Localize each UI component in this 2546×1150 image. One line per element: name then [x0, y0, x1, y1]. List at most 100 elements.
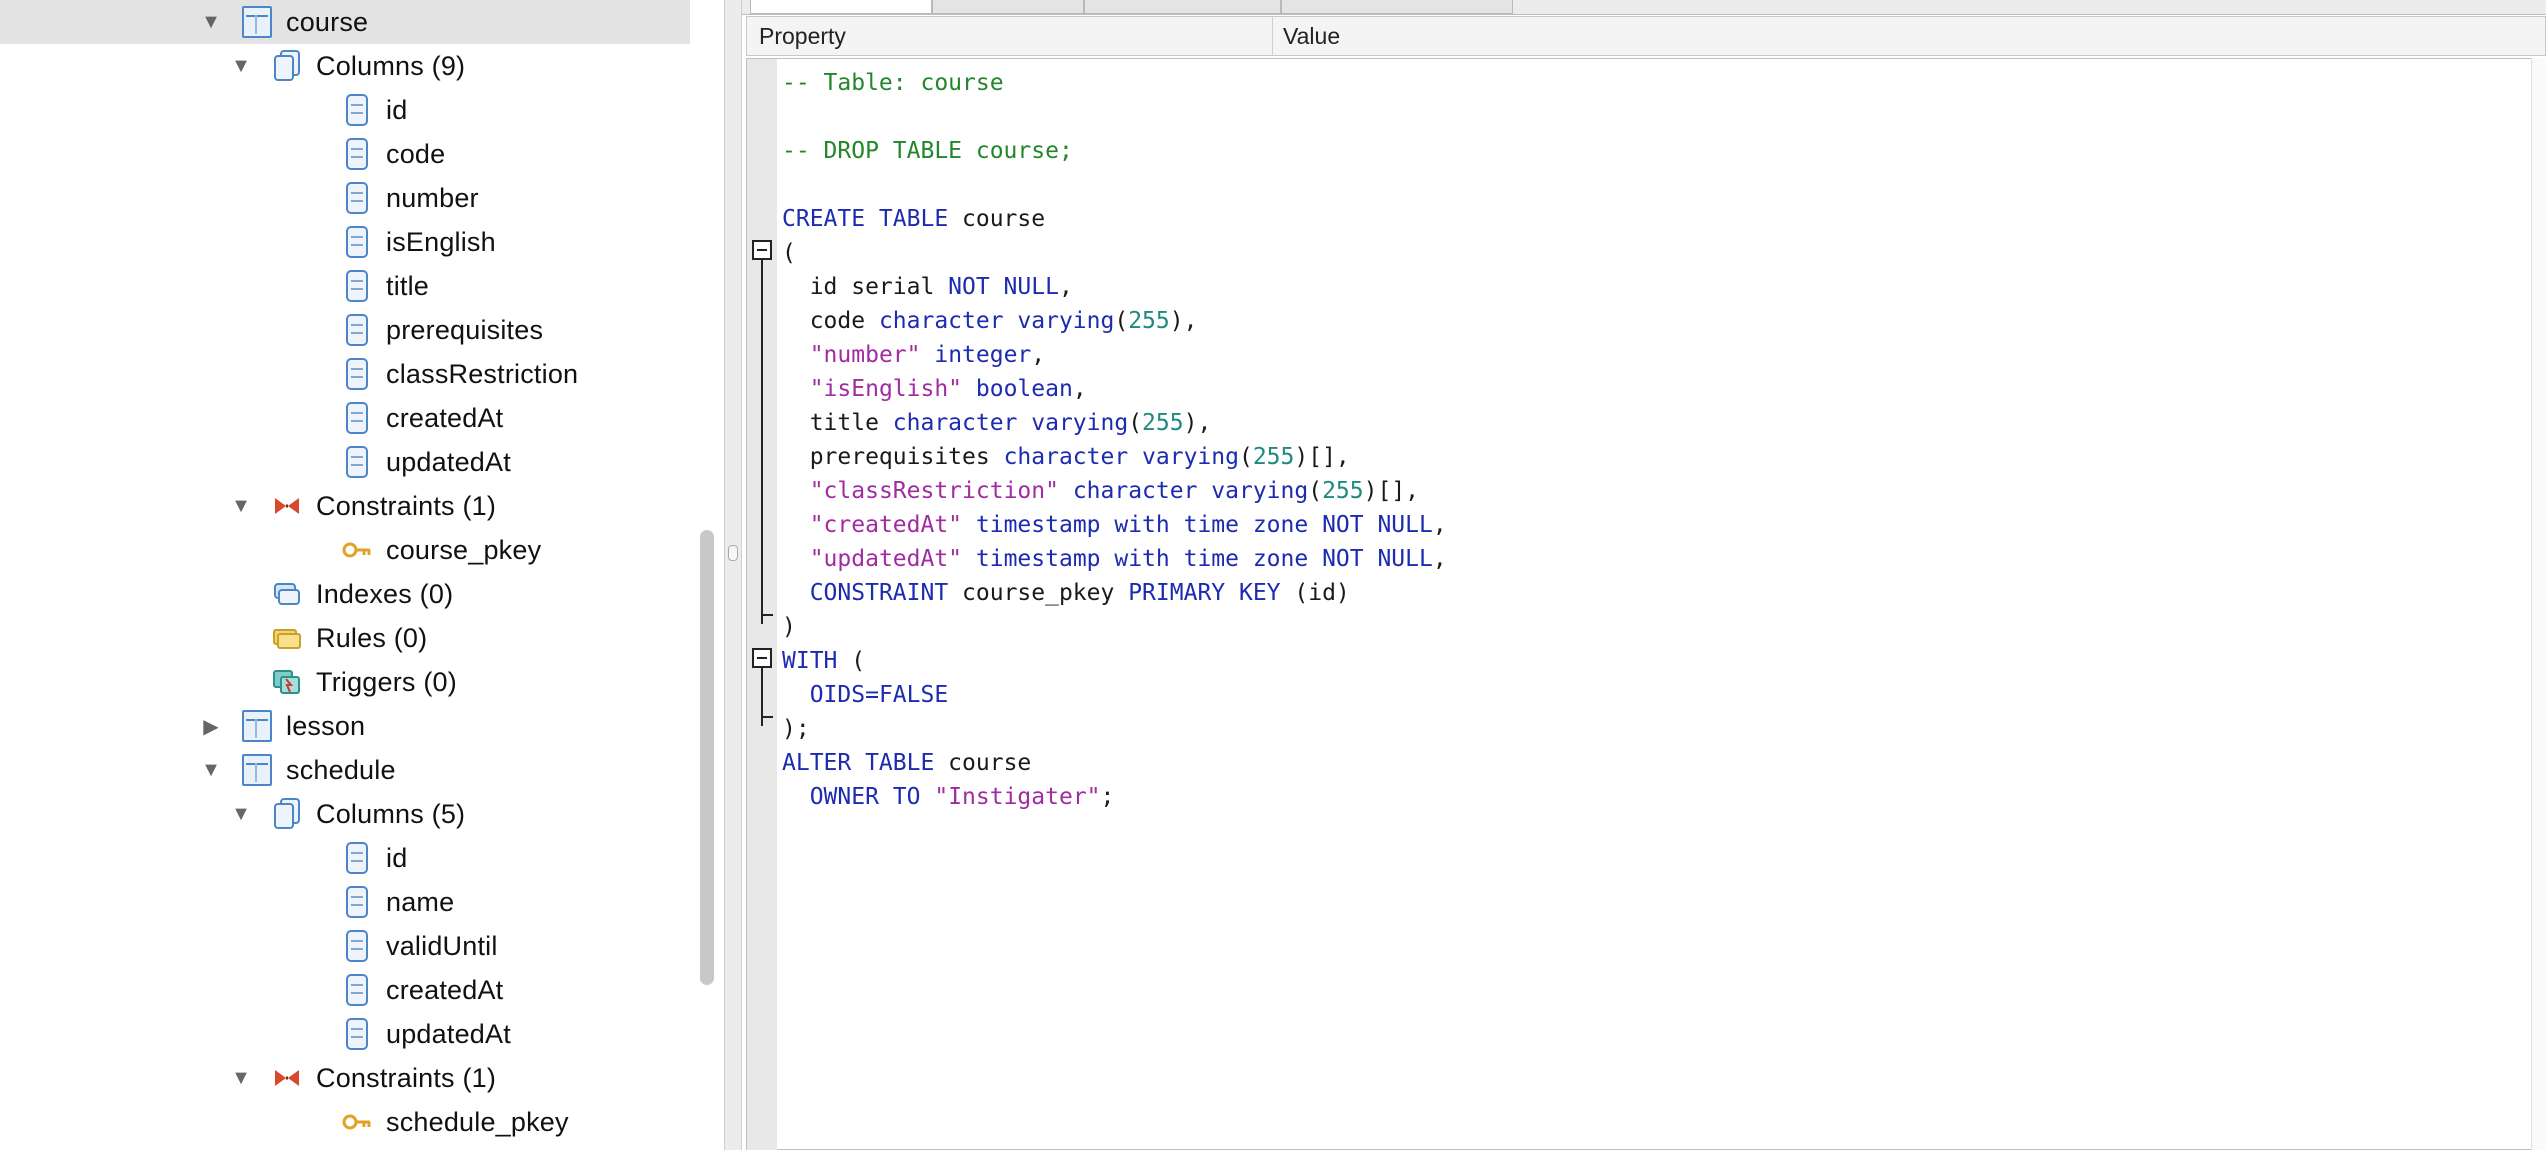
column-header-property[interactable]: Property	[747, 17, 1273, 55]
tree-item-columns-5[interactable]: ▼ Columns (5)	[228, 792, 465, 836]
code-token: character varying	[1003, 444, 1239, 470]
triggers-icon	[272, 666, 302, 698]
code-line: -- DROP TABLE course;	[782, 134, 1447, 168]
collapse-arrow-icon[interactable]: ▶	[198, 714, 224, 739]
expand-arrow-icon[interactable]: ▼	[228, 1067, 254, 1090]
fold-guide	[761, 260, 763, 624]
tree-item-label: Columns (5)	[316, 798, 466, 829]
code-token: (	[837, 648, 866, 674]
code-token: (	[782, 240, 796, 266]
sql-code[interactable]: -- Table: course -- DROP TABLE course; C…	[782, 66, 1447, 814]
fold-toggle-create-table[interactable]	[752, 240, 772, 260]
tree-item-label: createdAt	[386, 402, 504, 433]
code-token: ),	[1183, 410, 1212, 436]
indexes-icon	[272, 578, 302, 610]
object-browser-tree: ▼ course ▼ Columns (9) id code number isEnglish…	[0, 0, 690, 1150]
columns-icon	[272, 798, 302, 830]
expand-arrow-icon[interactable]: ▼	[198, 11, 224, 34]
tree-item-course-pkey[interactable]: course_pkey	[298, 528, 541, 572]
tree-item-classrestriction[interactable]: classRestriction	[298, 352, 578, 396]
tab-properties[interactable]	[750, 0, 932, 14]
tree-item-isenglish[interactable]: isEnglish	[298, 220, 496, 264]
tree-scrollbar[interactable]	[700, 530, 714, 985]
code-line: (	[782, 236, 1447, 270]
tree-item-title[interactable]: title	[298, 264, 429, 308]
column-header-value[interactable]: Value	[1273, 23, 1340, 50]
tree-item-name[interactable]: name	[298, 880, 454, 924]
property-table-header: Property Value	[746, 16, 2546, 56]
tree-item-label: Columns (9)	[316, 50, 466, 81]
tree-item-label: Indexes (0)	[316, 578, 454, 609]
code-token: 255	[1322, 478, 1364, 504]
pane-splitter[interactable]	[724, 0, 742, 1150]
code-token: (	[1308, 478, 1323, 504]
tree-item-schedule[interactable]: ▼ schedule	[198, 748, 396, 792]
tree-item-label: id	[386, 842, 408, 873]
splitter-handle[interactable]	[728, 545, 738, 561]
code-token: "createdAt"	[809, 512, 963, 538]
tree-item-constraints-1[interactable]: ▼ Constraints (1)	[228, 484, 496, 528]
code-token: OIDS=FALSE	[809, 682, 949, 708]
editor-scrollbar[interactable]	[2531, 58, 2546, 1150]
tree-item-createdat[interactable]: createdAt	[298, 396, 503, 440]
tree-item-label: id	[386, 94, 408, 125]
code-token: character varying	[878, 308, 1115, 334]
code-token: timestamp with time zone NOT NULL	[975, 546, 1433, 572]
tree-item-label: course_pkey	[386, 534, 542, 565]
tree-item-createdat[interactable]: createdAt	[298, 968, 503, 1012]
tab-statistics[interactable]	[932, 0, 1084, 14]
expand-arrow-icon[interactable]: ▼	[228, 803, 254, 826]
tree-item-rules-0[interactable]: Rules (0)	[228, 616, 427, 660]
tree-item-schedule-pkey[interactable]: schedule_pkey	[298, 1100, 569, 1144]
fold-toggle-with[interactable]	[752, 648, 772, 668]
code-token: prerequisites	[782, 444, 1004, 470]
tree-item-prerequisites[interactable]: prerequisites	[298, 308, 543, 352]
code-token: title	[782, 410, 893, 436]
fold-end	[761, 716, 773, 718]
tree-item-label: Rules (0)	[316, 622, 428, 653]
tree-item-label: validUntil	[386, 930, 498, 961]
tree-item-course[interactable]: ▼ course	[198, 0, 368, 44]
tree-item-updatedat[interactable]: updatedAt	[298, 1012, 511, 1056]
tree-item-indexes-0[interactable]: Indexes (0)	[228, 572, 453, 616]
code-token: course	[934, 750, 1032, 776]
tree-item-columns-9[interactable]: ▼ Columns (9)	[228, 44, 465, 88]
rules-icon	[272, 622, 302, 654]
code-token: "Instigater"	[934, 784, 1101, 810]
tree-item-lesson[interactable]: ▶ lesson	[198, 704, 365, 748]
tree-item-label: createdAt	[386, 974, 504, 1005]
code-token: boolean	[975, 376, 1073, 402]
tree-item-id[interactable]: id	[298, 88, 407, 132]
code-token: (	[1238, 444, 1253, 470]
code-token: (	[1128, 410, 1143, 436]
expand-arrow-icon[interactable]: ▼	[198, 759, 224, 782]
code-token: ,	[1031, 342, 1046, 368]
code-token: "updatedAt"	[809, 546, 963, 572]
tree-item-updatedat[interactable]: updatedAt	[298, 440, 511, 484]
key-icon	[342, 1106, 372, 1138]
tab-dependents[interactable]	[1281, 0, 1513, 14]
tree-item-id[interactable]: id	[298, 836, 407, 880]
expand-arrow-icon[interactable]: ▼	[228, 495, 254, 518]
tab-dependencies[interactable]	[1084, 0, 1281, 14]
expand-arrow-icon[interactable]: ▼	[228, 55, 254, 78]
tree-item-constraints-1[interactable]: ▼ Constraints (1)	[228, 1056, 496, 1100]
code-token: ,	[1432, 512, 1447, 538]
tree-item-validuntil[interactable]: validUntil	[298, 924, 498, 968]
tree-item-label: lesson	[286, 710, 366, 741]
code-token: course_pkey	[948, 580, 1129, 606]
tree-item-triggers-0[interactable]: Triggers (0)	[228, 660, 457, 704]
column-icon	[346, 182, 368, 214]
tree-item-code[interactable]: code	[298, 132, 445, 176]
column-icon	[346, 94, 368, 126]
column-icon	[346, 886, 368, 918]
tree-item-number[interactable]: number	[298, 176, 479, 220]
code-line: );	[782, 712, 1447, 746]
